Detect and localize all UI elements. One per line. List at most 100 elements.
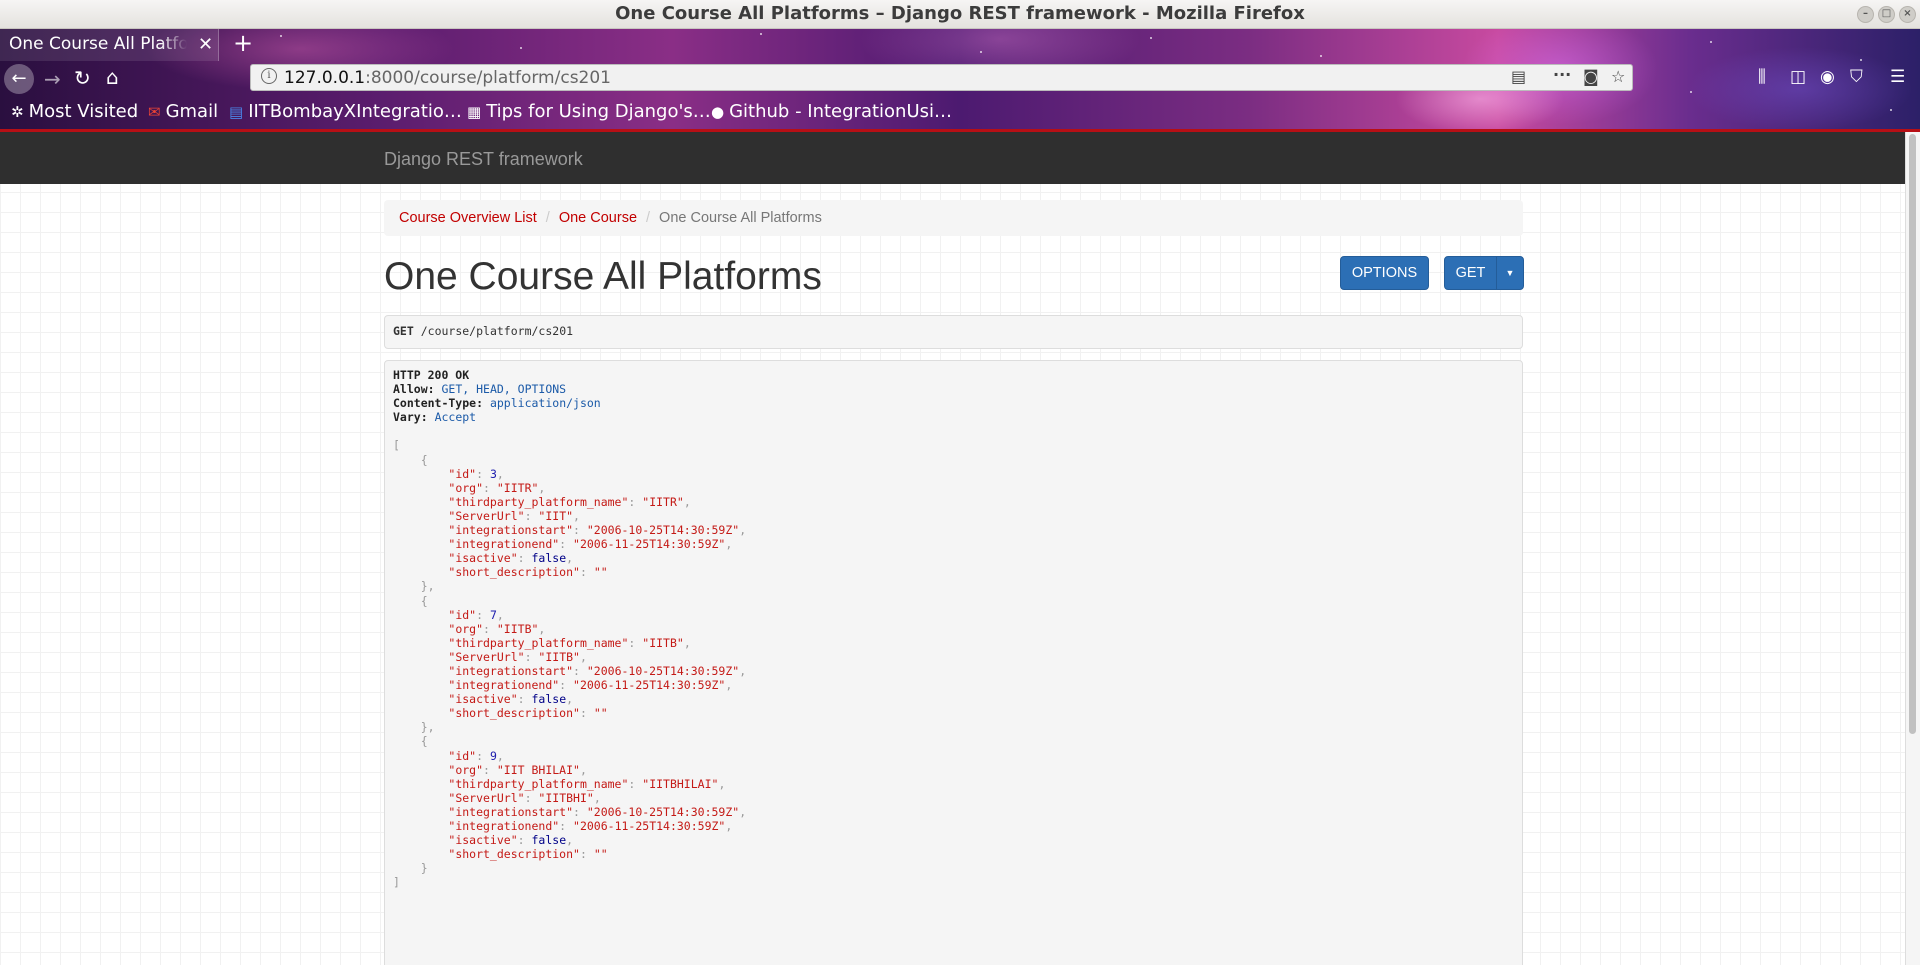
window-title: One Course All Platforms – Django REST f… — [615, 3, 1305, 24]
url-path: :8000/course/platform/cs201 — [365, 68, 611, 88]
breadcrumb-course-overview[interactable]: Course Overview List — [399, 210, 537, 226]
bookmark-integration-doc[interactable]: ▤ IITBombayXIntegratio… — [229, 101, 462, 122]
json-punct: : — [579, 706, 594, 721]
bookmark-github[interactable]: ● Github - IntegrationUsi… — [711, 101, 952, 122]
json-punct: : — [476, 607, 490, 622]
page-title: One Course All Platforms — [384, 255, 822, 298]
url-host: 127.0.0.1 — [284, 68, 366, 88]
new-tab-icon[interactable]: + — [233, 29, 253, 57]
url-input[interactable]: 127.0.0.1:8000/course/platform/cs201 — [284, 68, 611, 88]
json-punct: ] — [393, 875, 400, 890]
maximize-icon[interactable]: □ — [1878, 6, 1895, 23]
response-header-key: Allow: — [393, 382, 435, 397]
json-key: "ServerUrl" — [448, 790, 525, 805]
brand-link[interactable]: Django REST framework — [384, 149, 583, 170]
json-key: "short_description" — [448, 706, 580, 721]
json-punct: , — [573, 508, 580, 523]
json-punct: : — [524, 790, 539, 805]
json-punct: : — [483, 762, 497, 777]
json-punct: , — [579, 649, 587, 664]
reader-view-icon[interactable]: ▤ — [1511, 67, 1526, 86]
response-header-value: GET, HEAD, OPTIONS — [441, 382, 567, 397]
close-tab-icon[interactable]: ✕ — [198, 34, 213, 55]
scroll-thumb[interactable] — [1909, 134, 1916, 734]
json-key: "org" — [448, 621, 484, 636]
breadcrumb-separator: / — [646, 210, 651, 226]
json-punct: : — [573, 804, 587, 819]
tab-active[interactable]: One Course All Platforms ✕ — [0, 29, 219, 61]
format-dropdown-button[interactable]: ▼ — [1496, 256, 1524, 290]
sidebar-icon[interactable]: ◫ — [1790, 67, 1806, 87]
get-button[interactable]: GET — [1444, 256, 1497, 290]
close-window-icon[interactable]: × — [1899, 6, 1916, 23]
bookmark-star-icon[interactable]: ☆ — [1611, 67, 1625, 86]
request-method: GET — [393, 324, 414, 338]
library-icon[interactable]: ⫼ — [1758, 67, 1766, 87]
json-key: "isactive" — [448, 551, 518, 566]
gear-icon: ✲ — [11, 103, 24, 121]
bookmark-django-tips[interactable]: ▦ Tips for Using Django's… — [467, 101, 711, 122]
json-punct: : — [573, 663, 587, 678]
json-punct: : — [524, 508, 539, 523]
reload-icon[interactable]: ↻ — [74, 66, 91, 90]
json-key: "integrationstart" — [448, 523, 574, 538]
json-key: "org" — [448, 480, 484, 495]
json-punct: , — [683, 635, 691, 650]
json-punct: : — [517, 692, 532, 707]
json-punct: , — [725, 537, 733, 552]
json-punct: : — [559, 819, 574, 833]
json-punct: , — [739, 523, 747, 538]
json-punct: , — [725, 819, 733, 833]
json-key: "thirdparty_platform_name" — [448, 635, 629, 650]
json-string: "2006-11-25T14:30:59Z" — [573, 537, 726, 552]
back-icon[interactable]: ← — [4, 64, 34, 94]
json-string: "IIT BHILAI" — [496, 762, 580, 777]
json-string: "IITB" — [642, 635, 684, 650]
home-icon[interactable]: ⌂ — [106, 65, 119, 89]
json-punct: , — [538, 621, 546, 636]
json-punct: : — [559, 537, 574, 552]
json-string: "2006-11-25T14:30:59Z" — [573, 678, 726, 693]
bookmark-gmail[interactable]: ✉ Gmail — [148, 101, 218, 122]
site-info-icon[interactable]: i — [261, 68, 277, 84]
response-header-key: Vary: — [393, 410, 428, 425]
minimize-icon[interactable]: – — [1857, 6, 1874, 23]
json-string: "2006-10-25T14:30:59Z" — [586, 523, 740, 538]
navbar: Django REST framework — [0, 132, 1905, 184]
json-punct: , — [593, 790, 601, 805]
json-punct: : — [579, 565, 594, 580]
json-string: "IITR" — [496, 480, 539, 495]
json-key: "thirdparty_platform_name" — [448, 776, 629, 791]
json-key: "thirdparty_platform_name" — [448, 494, 629, 509]
json-key: "short_description" — [448, 565, 580, 580]
json-punct: , — [725, 678, 733, 693]
request-info: GET /course/platform/cs201 — [384, 315, 1523, 349]
scrollbar[interactable] — [1905, 132, 1920, 965]
breadcrumb-one-course[interactable]: One Course — [559, 210, 637, 226]
url-bar[interactable]: i 127.0.0.1:8000/course/platform/cs201 ▤… — [250, 64, 1633, 91]
json-punct: , — [496, 607, 504, 622]
breadcrumb-current: One Course All Platforms — [659, 210, 822, 226]
json-punct: , — [496, 466, 504, 481]
json-punct: [ — [393, 438, 400, 453]
account-icon[interactable]: ◉ — [1820, 67, 1835, 87]
json-bool: false — [531, 833, 567, 848]
page-content: Django REST framework Course Overview Li… — [0, 132, 1905, 965]
window-titlebar: One Course All Platforms – Django REST f… — [0, 0, 1920, 29]
json-string: "2006-10-25T14:30:59Z" — [586, 663, 740, 678]
menu-icon[interactable]: ☰ — [1890, 67, 1905, 87]
json-key: "integrationstart" — [448, 804, 574, 819]
forward-icon[interactable]: → — [44, 67, 61, 91]
page-actions-icon[interactable]: ··· — [1553, 65, 1571, 84]
shield-icon[interactable]: ⛉ — [1850, 67, 1863, 87]
bookmark-most-visited[interactable]: ✲ Most Visited — [11, 101, 138, 122]
pocket-icon[interactable]: ◙ — [1583, 67, 1599, 86]
json-punct: , — [739, 804, 747, 819]
json-punct: : — [476, 466, 490, 481]
json-punct: , — [566, 692, 574, 707]
json-punct: , — [566, 551, 574, 566]
options-button[interactable]: OPTIONS — [1340, 256, 1429, 290]
json-punct: { — [420, 452, 428, 467]
json-string: "" — [593, 847, 608, 862]
json-string: "IITB" — [538, 649, 580, 664]
